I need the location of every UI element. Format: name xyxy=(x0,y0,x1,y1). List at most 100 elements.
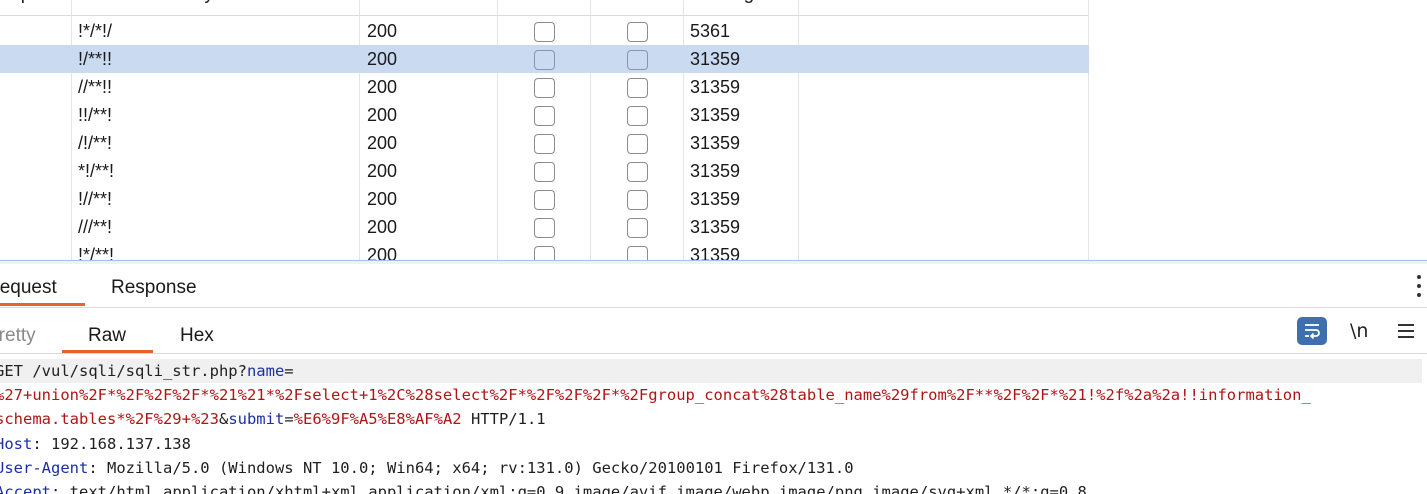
table-row[interactable]: //**!! 200 31359 xyxy=(0,73,1089,101)
header-request[interactable]: Request xyxy=(0,0,72,16)
timeout-checkbox[interactable] xyxy=(627,162,648,182)
param-value-line: %27+union%2F*%2F%2F%2F*%21%21*%2Fselect+… xyxy=(0,383,1311,407)
length-cell: 31359 xyxy=(690,161,741,181)
status-code-cell: 200 xyxy=(367,245,398,260)
timeout-checkbox[interactable] xyxy=(627,134,648,154)
header-error[interactable]: Error xyxy=(498,0,591,16)
error-checkbox[interactable] xyxy=(534,22,555,42)
error-checkbox[interactable] xyxy=(534,162,555,182)
payload-cell: !//**! xyxy=(78,189,113,209)
word-wrap-button[interactable] xyxy=(1297,317,1327,345)
status-code-cell: 200 xyxy=(367,189,398,209)
results-table: Request Payload Status code Error Timeou… xyxy=(0,0,1427,260)
length-cell: 5361 xyxy=(690,21,731,41)
header-comment[interactable]: Comment xyxy=(799,0,1089,16)
length-cell: 31359 xyxy=(690,49,741,69)
http-version: HTTP/1.1 xyxy=(461,410,546,428)
param-separator: & xyxy=(218,410,229,428)
header-line-accept: Accept: text/html,application/xhtml+xml,… xyxy=(0,480,1087,494)
payload-cell: !*/**! xyxy=(78,245,115,260)
param-value: %27+union%2F*%2F%2F%2F*%21%21*%2Fselect+… xyxy=(0,386,1311,404)
length-cell: 31359 xyxy=(690,217,741,237)
header-status-code[interactable]: Status code xyxy=(360,0,498,16)
length-cell: 31359 xyxy=(690,77,741,97)
status-code-cell: 200 xyxy=(367,133,398,153)
error-checkbox[interactable] xyxy=(534,78,555,98)
table-row[interactable]: !*/*!/ 200 5361 xyxy=(0,17,1089,45)
header-key: User-Agent xyxy=(0,459,89,477)
error-checkbox[interactable] xyxy=(534,106,555,126)
view-tabs: Pretty Raw Hex \n xyxy=(0,312,1427,354)
param-equals: = xyxy=(284,410,294,428)
param-value-line: schema.tables*%2F%29+%23&submit=%E6%9F%A… xyxy=(0,407,546,431)
status-code-cell: 200 xyxy=(367,77,398,97)
table-row[interactable]: *!/**! 200 31359 xyxy=(0,157,1089,185)
timeout-checkbox[interactable] xyxy=(627,22,648,42)
table-row[interactable]: /!/**! 200 31359 xyxy=(0,129,1089,157)
timeout-checkbox[interactable] xyxy=(627,246,648,260)
header-key: Host xyxy=(0,435,33,453)
table-header: Request Payload Status code Error Timeou… xyxy=(0,0,1089,16)
timeout-checkbox[interactable] xyxy=(627,106,648,126)
pane-splitter[interactable] xyxy=(0,260,1427,264)
active-tab-indicator xyxy=(0,303,85,306)
timeout-checkbox[interactable] xyxy=(627,190,648,210)
raw-request-editor[interactable]: GET /vul/sqli/sqli_str.php?name= %27+uni… xyxy=(0,357,1427,494)
error-checkbox[interactable] xyxy=(534,218,555,238)
tab-pretty[interactable]: Pretty xyxy=(0,325,36,347)
header-value: : text/html,application/xhtml+xml,applic… xyxy=(51,483,1087,494)
table-row[interactable]: ///**! 200 31359 xyxy=(0,213,1089,241)
header-length[interactable]: Length xyxy=(684,0,799,16)
payload-cell: !*/*!/ xyxy=(78,21,113,41)
request-line: GET /vul/sqli/sqli_str.php?name= xyxy=(0,359,1422,383)
active-view-indicator xyxy=(62,350,153,353)
error-checkbox[interactable] xyxy=(534,134,555,154)
length-cell: 31359 xyxy=(690,133,741,153)
param-name: submit xyxy=(228,410,285,428)
header-value: : Mozilla/5.0 (Windows NT 10.0; Win64; x… xyxy=(88,459,854,477)
payload-cell: /!/**! xyxy=(78,133,113,153)
newline-toggle-button[interactable]: \n xyxy=(1350,320,1368,342)
status-code-cell: 200 xyxy=(367,49,398,69)
payload-cell: !!/**! xyxy=(78,105,113,125)
error-checkbox[interactable] xyxy=(534,50,555,70)
header-key: Accept xyxy=(0,483,51,494)
tab-hex[interactable]: Hex xyxy=(180,325,214,347)
error-checkbox[interactable] xyxy=(534,190,555,210)
header-line-host: Host: 192.168.137.138 xyxy=(0,432,191,456)
table-body: !*/*!/ 200 5361 !/**!! 200 31359 //**!! 200 3135… xyxy=(0,17,1089,260)
hamburger-menu-icon[interactable] xyxy=(1398,324,1414,338)
table-row[interactable]: !//**! 200 31359 xyxy=(0,185,1089,213)
timeout-checkbox[interactable] xyxy=(627,50,648,70)
param-value: schema.tables*%2F%29+%23 xyxy=(0,410,219,428)
status-code-cell: 200 xyxy=(367,21,398,41)
status-code-cell: 200 xyxy=(367,217,398,237)
param-name: name xyxy=(246,362,285,380)
tab-request[interactable]: Request xyxy=(0,277,57,299)
vertical-dots-icon[interactable] xyxy=(1415,275,1423,301)
word-wrap-icon xyxy=(1305,324,1320,340)
message-tabs: Request Response xyxy=(0,266,1427,308)
status-code-cell: 200 xyxy=(367,105,398,125)
param-value: %E6%9F%A5%E8%AF%A2 xyxy=(293,410,462,428)
header-timeout[interactable]: Timeout xyxy=(591,0,684,16)
payload-cell: !/**!! xyxy=(78,49,113,69)
request-method-path: GET /vul/sqli/sqli_str.php? xyxy=(0,362,247,380)
param-equals: = xyxy=(284,362,294,380)
table-row[interactable]: !*/**! 200 31359 xyxy=(0,241,1089,260)
tab-response[interactable]: Response xyxy=(111,277,197,299)
header-payload[interactable]: Payload xyxy=(72,0,360,16)
timeout-checkbox[interactable] xyxy=(627,78,648,98)
length-cell: 31359 xyxy=(690,105,741,125)
length-cell: 31359 xyxy=(690,189,741,209)
payload-cell: //**!! xyxy=(78,77,113,97)
timeout-checkbox[interactable] xyxy=(627,218,648,238)
table-row[interactable]: !/**!! 200 31359 xyxy=(0,45,1089,73)
length-cell: 31359 xyxy=(690,245,741,260)
payload-cell: ///**! xyxy=(78,217,113,237)
header-value: : 192.168.137.138 xyxy=(32,435,191,453)
table-row[interactable]: !!/**! 200 31359 xyxy=(0,101,1089,129)
tab-raw[interactable]: Raw xyxy=(88,325,126,347)
status-code-cell: 200 xyxy=(367,161,398,181)
error-checkbox[interactable] xyxy=(534,246,555,260)
